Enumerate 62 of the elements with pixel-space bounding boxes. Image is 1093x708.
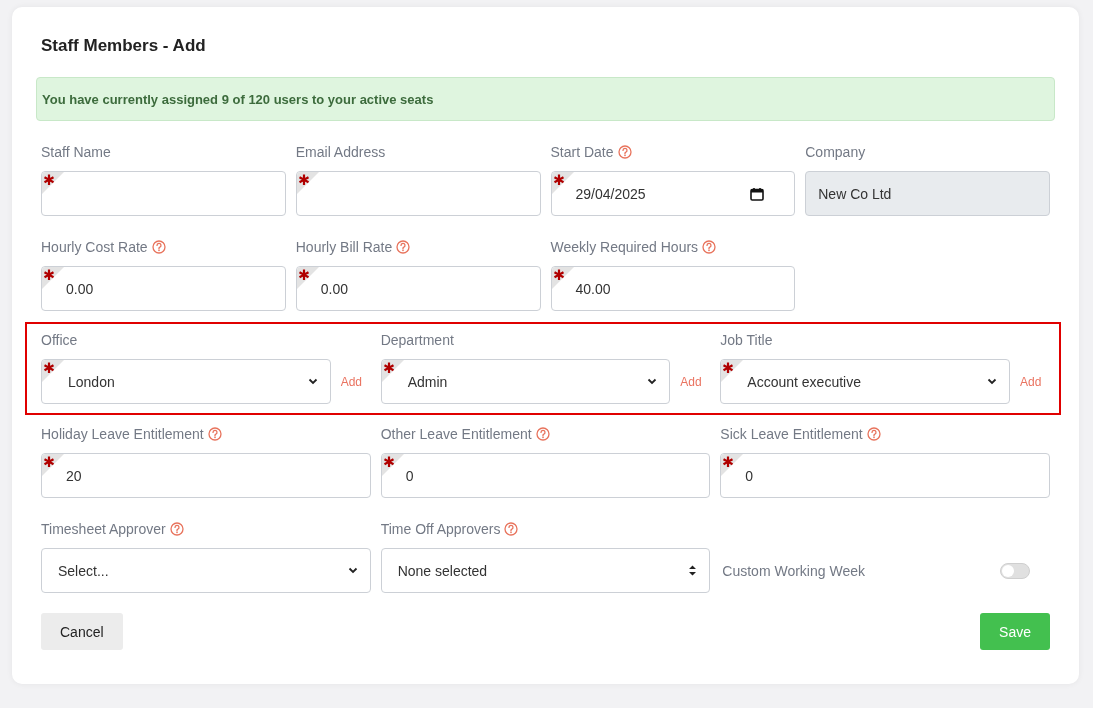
field-label: Hourly Cost Rate bbox=[41, 239, 148, 255]
field-label: Weekly Required Hours bbox=[550, 239, 699, 255]
dropdown[interactable]: Account executive bbox=[720, 359, 1010, 404]
input-field[interactable]: 0.00 bbox=[295, 266, 541, 311]
required-marker-icon bbox=[381, 454, 404, 476]
chevron-down-icon bbox=[647, 378, 658, 385]
input-field[interactable]: 0 bbox=[720, 453, 1050, 498]
dropdown[interactable]: London bbox=[41, 359, 331, 404]
required-marker-icon bbox=[721, 454, 744, 476]
sort-arrows-icon bbox=[688, 564, 698, 577]
field-label: Department bbox=[380, 332, 454, 348]
field-label: Custom Working Week bbox=[722, 562, 865, 579]
chevron-down-icon bbox=[347, 567, 358, 574]
field-label: Timesheet Approver bbox=[41, 521, 166, 537]
field-label: Time Off Approvers bbox=[380, 521, 501, 537]
help-icon bbox=[702, 240, 717, 254]
required-marker-icon bbox=[42, 267, 64, 289]
field-label: Company bbox=[805, 144, 866, 160]
help-icon bbox=[866, 427, 881, 441]
toggle-switch[interactable] bbox=[1000, 562, 1030, 579]
input-field[interactable]: 0 bbox=[380, 453, 711, 498]
dropdown[interactable]: Select... bbox=[41, 548, 371, 593]
required-marker-icon bbox=[551, 172, 574, 194]
required-marker-icon bbox=[381, 360, 404, 382]
input-field[interactable]: 40.00 bbox=[550, 266, 796, 311]
multi-select-dropdown[interactable]: None selected bbox=[380, 548, 711, 593]
required-marker-icon bbox=[296, 172, 319, 194]
required-marker-icon bbox=[42, 360, 64, 382]
input-field[interactable]: 20 bbox=[41, 453, 371, 498]
dropdown[interactable]: Admin bbox=[380, 359, 671, 404]
required-marker-icon bbox=[42, 172, 64, 194]
required-marker-icon bbox=[551, 267, 574, 289]
input-field[interactable] bbox=[41, 171, 286, 216]
field-label: Holiday Leave Entitlement bbox=[41, 426, 204, 442]
field-label: Email Address bbox=[295, 144, 386, 160]
calendar-icon bbox=[750, 186, 765, 201]
field-label: Other Leave Entitlement bbox=[380, 426, 532, 442]
field-label: Staff Name bbox=[41, 144, 111, 160]
field-label: Office bbox=[41, 332, 78, 348]
info-alert: You have currently assigned 9 of 120 users to your active seats bbox=[36, 77, 1055, 121]
readonly-field: New Co Ltd bbox=[805, 171, 1050, 216]
field-label: Job Title bbox=[720, 332, 773, 348]
date-field[interactable]: 29/04/2025 bbox=[550, 171, 796, 216]
cancel-button[interactable]: Cancel bbox=[41, 613, 123, 650]
required-marker-icon bbox=[42, 454, 64, 476]
page-title: Staff Members - Add bbox=[41, 35, 207, 57]
help-icon bbox=[617, 145, 632, 159]
help-icon bbox=[151, 240, 166, 254]
help-icon bbox=[396, 240, 411, 254]
help-icon bbox=[504, 522, 519, 536]
help-icon bbox=[535, 427, 550, 441]
chevron-down-icon bbox=[307, 378, 318, 385]
help-icon bbox=[207, 427, 222, 441]
field-label: Sick Leave Entitlement bbox=[720, 426, 863, 442]
field-label: Hourly Bill Rate bbox=[295, 239, 393, 255]
required-marker-icon bbox=[296, 267, 319, 289]
input-field[interactable]: 0.00 bbox=[41, 266, 286, 311]
required-marker-icon bbox=[721, 360, 744, 382]
help-icon bbox=[169, 522, 184, 536]
chevron-down-icon bbox=[987, 378, 997, 385]
field-label: Start Date bbox=[550, 144, 614, 160]
input-field[interactable] bbox=[295, 171, 541, 216]
